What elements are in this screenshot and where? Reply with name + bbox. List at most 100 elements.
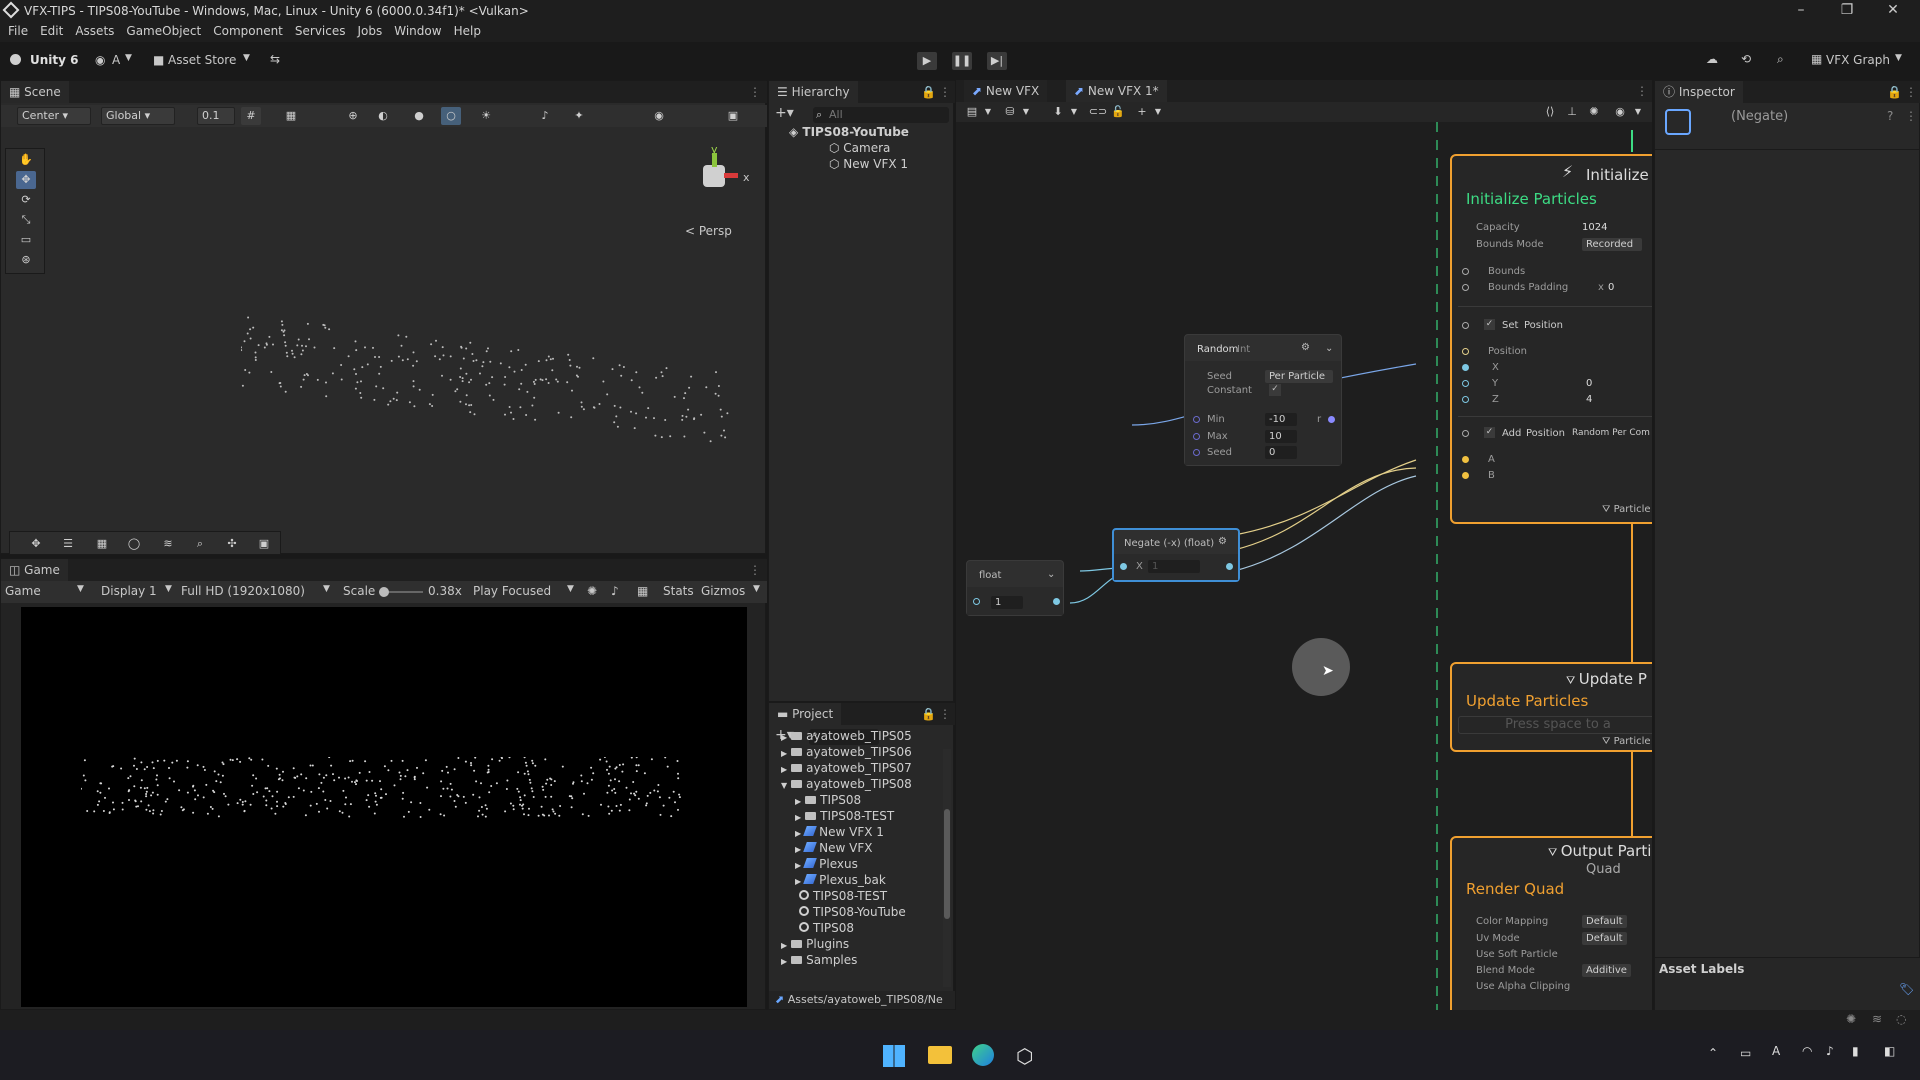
more-menu-icon[interactable]: ⋮ — [1905, 85, 1917, 99]
minimize-icon[interactable]: – — [1778, 0, 1824, 22]
add-icon[interactable]: +▾ — [775, 105, 794, 121]
space-dropdown[interactable]: Global ▾ — [101, 107, 175, 125]
output-setting-value[interactable]: Default — [1582, 915, 1627, 928]
gizmos-dropdown[interactable]: Gizmos ▼ — [701, 584, 763, 598]
add-checkbox[interactable]: ✓ — [1484, 427, 1495, 438]
windows-start-icon[interactable] — [883, 1045, 905, 1067]
output-port[interactable] — [1328, 416, 1335, 423]
rect-tool-icon[interactable]: ▭ — [16, 231, 36, 249]
bounds-port[interactable] — [1462, 268, 1469, 275]
min-field[interactable]: -10 — [1265, 413, 1297, 426]
menu-help[interactable]: Help — [448, 22, 487, 40]
project-item[interactable]: TIPS08-YouTube — [795, 905, 906, 919]
project-item[interactable]: ▶ TIPS08-TEST — [795, 809, 894, 823]
max-field[interactable]: 10 — [1265, 430, 1297, 443]
project-item[interactable]: ▶ New VFX — [795, 841, 872, 855]
play-button[interactable]: ▶ — [917, 52, 937, 70]
seed-field[interactable]: 0 — [1265, 446, 1297, 459]
move-icon[interactable]: ✥ — [26, 535, 46, 553]
mute-icon[interactable]: ✺ — [587, 584, 597, 598]
project-item[interactable]: ▶ Plugins — [781, 937, 849, 951]
project-item[interactable]: ▶ Samples — [781, 953, 857, 967]
account-button[interactable]: A — [112, 53, 120, 67]
move-tool-icon[interactable]: ✥ — [16, 171, 36, 189]
block-port[interactable] — [1462, 322, 1469, 329]
more-menu-icon[interactable]: ⋮ — [939, 85, 951, 99]
scroll-thumb[interactable] — [944, 809, 950, 919]
input-port[interactable] — [973, 598, 980, 605]
camera-icon[interactable]: ▣ — [254, 535, 274, 553]
history-icon[interactable]: ⟲ — [1741, 52, 1751, 66]
grid-snap-icon[interactable]: # — [241, 107, 261, 125]
account-icon[interactable]: ◉ — [95, 53, 105, 67]
chevron-down-icon[interactable]: ⌄ — [1325, 343, 1333, 354]
constant-checkbox[interactable]: ✓ — [1269, 384, 1281, 396]
chevron-right-icon[interactable]: ▶ — [795, 877, 801, 886]
bounds-label[interactable]: Bounds — [1488, 266, 1525, 277]
menu-gameobject[interactable]: GameObject — [120, 22, 207, 40]
grid-icon[interactable]: ▦ — [281, 107, 301, 125]
padding-x-value[interactable]: 0 — [1608, 282, 1614, 293]
output-port[interactable] — [1053, 598, 1060, 605]
negate-node[interactable]: Negate (-x) (float) ⚙ X 1 — [1112, 528, 1240, 582]
hand-tool-icon[interactable]: ✋ — [16, 151, 36, 169]
gear-icon[interactable]: ⚙ — [1301, 342, 1310, 353]
min-port[interactable] — [1193, 416, 1200, 423]
a-label[interactable]: A — [1488, 454, 1495, 465]
chevron-down-icon[interactable]: ⌄ — [1047, 569, 1055, 580]
chevron-down-icon[interactable]: ▼ — [1895, 53, 1902, 63]
output-setting-value[interactable]: Additive — [1582, 964, 1631, 977]
menu-services[interactable]: Services — [289, 22, 352, 40]
layers-icon[interactable]: ≋ — [1872, 1012, 1882, 1026]
chevron-up-icon[interactable]: ⌃ — [1708, 1046, 1718, 1060]
camera-icon[interactable]: ▣ — [723, 107, 743, 125]
chevron-right-icon[interactable]: ▶ — [795, 845, 801, 854]
menu-file[interactable]: File — [2, 22, 34, 40]
project-item[interactable]: ▶ ayatoweb_TIPS07 — [781, 761, 912, 775]
bounds-mode-dropdown[interactable]: Recorded — [1582, 238, 1642, 251]
audio-icon[interactable]: ♪ — [535, 107, 555, 125]
close-icon[interactable]: ✕ — [1870, 0, 1916, 22]
project-item[interactable]: ▶ TIPS08 — [795, 793, 861, 807]
chevron-right-icon[interactable]: ▶ — [795, 813, 801, 822]
scale-slider[interactable] — [379, 587, 423, 597]
capacity-value[interactable]: 1024 — [1582, 222, 1607, 233]
asset-store-button[interactable]: Asset Store — [168, 53, 236, 67]
lighting-icon[interactable]: ☀ — [476, 107, 496, 125]
more-menu-icon[interactable]: ⋮ — [1905, 109, 1917, 123]
debug-icon[interactable]: ✺ — [1846, 1012, 1856, 1026]
search-icon[interactable]: ⌕ — [1777, 52, 1784, 67]
project-item[interactable]: ▶ Plexus — [795, 857, 858, 871]
version-control-icon[interactable]: ⇆ — [270, 52, 280, 66]
chevron-down-icon[interactable]: ▼ — [243, 53, 250, 63]
transform-tool-icon[interactable]: ⊛ — [16, 251, 36, 269]
chevron-right-icon[interactable]: ▶ — [781, 733, 787, 742]
project-item[interactable]: ▶ ayatoweb_TIPS05 — [781, 729, 912, 743]
random-int-node[interactable]: Random Int ⚙ ⌄ Seed Per Particle Constan… — [1184, 334, 1342, 466]
visibility-icon[interactable]: ◉ — [649, 107, 669, 125]
hierarchy-search[interactable]: ⌕ All — [813, 107, 949, 123]
unity-hub-icon[interactable]: ⬡ — [1016, 1044, 1033, 1068]
output-port[interactable] — [1226, 563, 1233, 570]
hierarchy-item[interactable]: ⬡ New VFX 1 — [829, 157, 908, 171]
lock-icon[interactable]: 🔒 — [1887, 85, 1902, 99]
float-node[interactable]: float ⌄ 1 — [966, 560, 1064, 616]
seed-mode-dropdown[interactable]: Per Particle — [1265, 370, 1333, 383]
y-port[interactable] — [1462, 380, 1469, 387]
maximize-icon[interactable]: ❐ — [1824, 0, 1870, 22]
menu-component[interactable]: Component — [207, 22, 289, 40]
update-context[interactable]: ⛛ Update P Update Particles Press space … — [1450, 662, 1652, 752]
input-port[interactable] — [1120, 563, 1127, 570]
tag-icon[interactable]: 🏷 — [1899, 982, 1914, 996]
project-item[interactable]: ▶ Plexus_bak — [795, 873, 886, 887]
project-item[interactable]: ▼ ayatoweb_TIPS08 — [781, 777, 912, 791]
chevron-right-icon[interactable]: ▶ — [781, 941, 787, 950]
z-value[interactable]: 4 — [1586, 394, 1592, 405]
chevron-right-icon[interactable]: ▶ — [795, 861, 801, 870]
wireframe-icon[interactable]: ○ — [441, 107, 461, 125]
orbit-icon[interactable]: ◯ — [124, 535, 144, 553]
layout-dropdown[interactable]: VFX Graph — [1826, 53, 1890, 67]
wifi-icon[interactable]: ◠ — [1802, 1044, 1812, 1058]
audio-icon[interactable]: ♪ — [611, 584, 619, 598]
help-icon[interactable]: ? — [1887, 109, 1893, 123]
